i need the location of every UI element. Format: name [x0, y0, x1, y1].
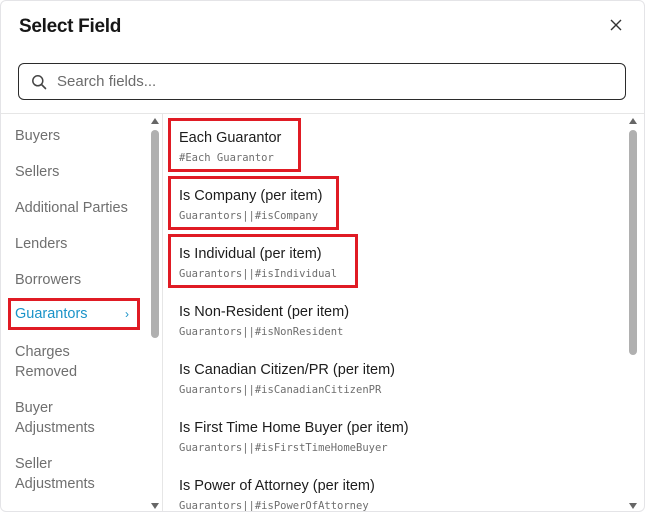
field-item[interactable]: Is First Time Home Buyer (per item) Guara… — [179, 419, 409, 455]
category-label: Buyer Adjustments — [15, 400, 95, 436]
field-path: Guarantors||#isCompany — [179, 210, 319, 222]
field-label: Is Company (per item) — [179, 188, 323, 204]
field-path: Guarantors||#isFirstTimeHomeBuyer — [179, 442, 388, 454]
field-label: Is Power of Attorney (per item) — [179, 478, 375, 494]
close-button[interactable] — [604, 13, 628, 37]
category-additional-parties[interactable]: Additional Parties — [9, 198, 141, 218]
scrollbar-thumb[interactable] — [151, 130, 159, 338]
scroll-up-icon[interactable] — [151, 118, 159, 124]
chevron-right-icon: › — [125, 307, 129, 321]
category-label: Charges Removed — [15, 344, 78, 380]
select-field-dialog: Select Field Buyers Sellers Additional Par… — [0, 0, 645, 512]
category-label: Borrowers — [15, 272, 82, 288]
field-item[interactable]: Is Non-Resident (per item) Guarantors||#i… — [179, 303, 349, 339]
category-lenders[interactable]: Lenders — [9, 234, 141, 254]
category-seller-adjustments[interactable]: Seller Adjustments — [9, 454, 141, 494]
field-list: Each Guarantor #Each Guarantor Is Company … — [164, 114, 644, 512]
scrollbar-thumb[interactable] — [629, 130, 637, 355]
category-label: Additional Parties — [15, 200, 128, 216]
field-path: Guarantors||#isNonResident — [179, 326, 344, 338]
field-item[interactable]: Each Guarantor #Each Guarantor — [179, 129, 281, 165]
field-path: Guarantors||#isPowerOfAttorney — [179, 500, 369, 512]
field-item[interactable]: Is Company (per item) Guarantors||#isComp… — [179, 187, 322, 223]
category-label: Sellers — [15, 164, 60, 180]
search-icon — [31, 73, 49, 91]
field-label: Is Non-Resident (per item) — [179, 304, 350, 320]
category-label: Buyers — [15, 128, 61, 144]
field-label: Each Guarantor — [179, 130, 282, 146]
dialog-title: Select Field — [19, 16, 121, 37]
field-path: #Each Guarantor — [179, 152, 274, 164]
field-label: Is First Time Home Buyer (per item) — [179, 420, 409, 436]
category-buyers[interactable]: Buyers — [9, 126, 141, 146]
category-buyer-adjustments[interactable]: Buyer Adjustments — [9, 398, 141, 438]
category-charges-removed[interactable]: Charges Removed — [9, 342, 141, 382]
scroll-up-icon[interactable] — [629, 118, 637, 124]
category-label: Guarantors — [15, 306, 88, 322]
field-path: Guarantors||#isCanadianCitizenPR — [179, 384, 382, 396]
scroll-down-icon[interactable] — [629, 503, 637, 509]
field-label: Is Canadian Citizen/PR (per item) — [179, 362, 395, 378]
field-path: Guarantors||#isIndividual — [179, 268, 338, 280]
field-scrollbar[interactable] — [627, 114, 639, 511]
category-guarantors[interactable]: Guarantors › — [8, 298, 140, 330]
search-box[interactable] — [18, 63, 626, 100]
close-icon — [610, 19, 622, 31]
field-item[interactable]: Is Power of Attorney (per item) Guarantor… — [179, 477, 375, 512]
field-item[interactable]: Is Individual (per item) Guarantors||#isI… — [179, 245, 337, 281]
field-item[interactable]: Is Canadian Citizen/PR (per item) Guarant… — [179, 361, 395, 397]
category-label: Lenders — [15, 236, 68, 252]
category-list: Buyers Sellers Additional Parties Lenders Bo… — [1, 114, 163, 511]
scroll-down-icon[interactable] — [151, 503, 159, 509]
category-scrollbar[interactable] — [149, 114, 161, 511]
category-borrowers[interactable]: Borrowers — [9, 270, 141, 290]
search-input[interactable] — [57, 73, 577, 90]
category-sellers[interactable]: Sellers — [9, 162, 141, 182]
category-label: Seller Adjustments — [15, 456, 95, 492]
field-label: Is Individual (per item) — [179, 246, 322, 262]
